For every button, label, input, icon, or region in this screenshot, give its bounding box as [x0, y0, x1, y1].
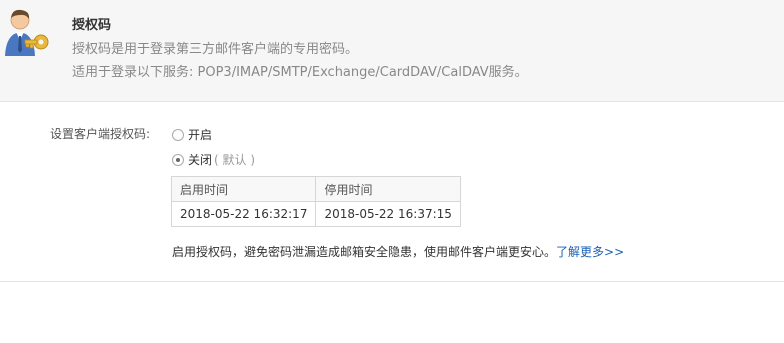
authcode-settings-panel: 设置客户端授权码: 开启 关闭 ( 默认 ) 启用时间 停用时间 2018-05…	[0, 102, 784, 282]
disable-time-cell: 2018-05-22 16:37:15	[315, 201, 461, 227]
header-disable-time: 停用时间	[315, 176, 461, 202]
radio-enable-circle[interactable]	[172, 128, 184, 141]
radio-disable-label: 关闭	[188, 153, 213, 167]
radio-enable[interactable]: 开启	[172, 126, 212, 143]
radio-disable[interactable]: 关闭 ( 默认 )	[172, 151, 255, 168]
header-enable-time: 启用时间	[170, 176, 317, 202]
description-line-1: 授权码是用于登录第三方邮件客户端的专用密码。	[72, 42, 359, 57]
enable-time-cell: 2018-05-22 16:32:17	[170, 201, 317, 227]
time-table: 启用时间 停用时间 2018-05-22 16:32:17 2018-05-22…	[170, 176, 461, 227]
notice-text: 启用授权码，避免密码泄漏造成邮箱安全隐患，使用邮件客户端更安心。	[172, 245, 557, 259]
page-title: 授权码	[72, 18, 112, 33]
radio-disable-circle[interactable]	[172, 153, 184, 166]
setting-label: 设置客户端授权码:	[50, 127, 151, 141]
table-header-row: 启用时间 停用时间	[170, 176, 461, 202]
description-line-2: 适用于登录以下服务: POP3/IMAP/SMTP/Exchange/CardD…	[72, 65, 528, 80]
radio-enable-label: 开启	[188, 128, 213, 142]
table-row: 2018-05-22 16:32:17 2018-05-22 16:37:15	[170, 201, 461, 227]
authcode-header: 授权码 授权码是用于登录第三方邮件客户端的专用密码。 适用于登录以下服务: PO…	[0, 0, 784, 102]
security-notice: 启用授权码，避免密码泄漏造成邮箱安全隐患，使用邮件客户端更安心。了解更多>>	[172, 243, 624, 260]
default-hint: ( 默认 )	[214, 153, 256, 167]
learn-more-link[interactable]: 了解更多>>	[556, 245, 624, 259]
user-key-icon	[5, 9, 49, 56]
